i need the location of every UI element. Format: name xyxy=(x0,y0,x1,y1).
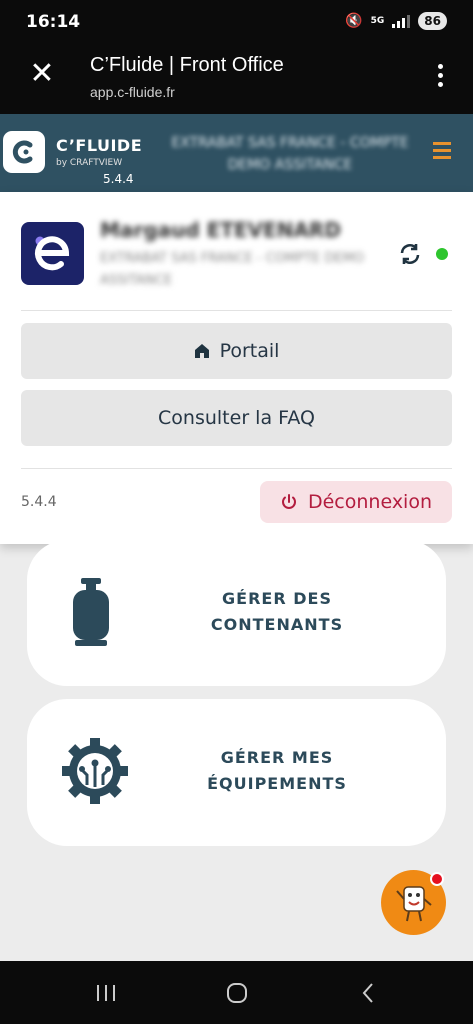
logout-button[interactable]: Déconnexion xyxy=(260,481,452,523)
manage-equipment-card[interactable]: GÉRER MES ÉQUIPEMENTS xyxy=(27,699,446,846)
status-time: 16:14 xyxy=(26,12,81,32)
sync-icon[interactable] xyxy=(398,242,422,266)
portal-button[interactable]: Portail xyxy=(21,323,452,379)
network-type: 5G xyxy=(370,15,385,26)
faq-label: Consulter la FAQ xyxy=(158,407,315,429)
manage-equipment-label: GÉRER MES ÉQUIPEMENTS xyxy=(207,748,347,793)
close-icon[interactable]: ✕ xyxy=(28,59,56,89)
gear-chip-icon xyxy=(62,738,128,804)
manage-containers-card[interactable]: GÉRER DES CONTENANTS xyxy=(27,540,446,686)
power-icon xyxy=(282,494,296,509)
brand-sub: by CRAFTVIEW xyxy=(56,158,123,168)
page-title: C’Fluide | Front Office xyxy=(90,54,284,76)
gas-cylinder-icon xyxy=(73,578,109,646)
notification-badge xyxy=(430,872,444,886)
online-status-dot xyxy=(436,248,448,260)
status-bar: 16:14 🔇 5G 86 xyxy=(0,0,473,44)
cfluide-logo-icon[interactable] xyxy=(3,131,45,173)
logout-label: Déconnexion xyxy=(307,491,433,513)
divider xyxy=(21,310,452,311)
user-name: Margaud ETEVENARD xyxy=(100,218,341,242)
profile-panel: Margaud ETEVENARD EXTRABAT SAS FRANCE - … xyxy=(0,192,473,544)
avatar xyxy=(21,222,84,285)
manage-containers-label: GÉRER DES CONTENANTS xyxy=(210,589,344,634)
browser-bar: ✕ C’Fluide | Front Office app.c-fluide.f… xyxy=(0,44,473,114)
more-options-icon[interactable] xyxy=(438,64,443,87)
assistant-mascot-icon xyxy=(395,885,432,921)
home-nav-icon[interactable] xyxy=(217,973,257,1013)
back-icon[interactable] xyxy=(348,973,388,1013)
header-version: 5.4.4 xyxy=(103,172,134,186)
company-name: EXTRABAT SAS FRANCE - COMPTE DEMO ASSITA… xyxy=(171,135,409,173)
hamburger-menu-icon[interactable] xyxy=(433,142,451,159)
mute-icon: 🔇 xyxy=(345,13,363,29)
signal-icon xyxy=(392,14,411,28)
faq-button[interactable]: Consulter la FAQ xyxy=(21,390,452,446)
status-icons: 🔇 5G 86 xyxy=(345,12,447,30)
battery-level: 86 xyxy=(418,12,447,30)
system-nav-bar xyxy=(0,961,473,1024)
home-icon xyxy=(194,344,209,358)
user-company: EXTRABAT SAS FRANCE - COMPTE DEMO ASSITA… xyxy=(100,251,365,288)
page-url: app.c-fluide.fr xyxy=(90,84,175,100)
divider xyxy=(21,468,452,469)
app-header: C’FLUIDE by CRAFTVIEW 5.4.4 EXTRABAT SAS… xyxy=(0,114,473,192)
portal-label: Portail xyxy=(219,340,280,362)
brand-name: C’FLUIDE xyxy=(56,136,143,155)
app-version: 5.4.4 xyxy=(21,494,57,510)
recent-apps-icon[interactable] xyxy=(86,973,126,1013)
